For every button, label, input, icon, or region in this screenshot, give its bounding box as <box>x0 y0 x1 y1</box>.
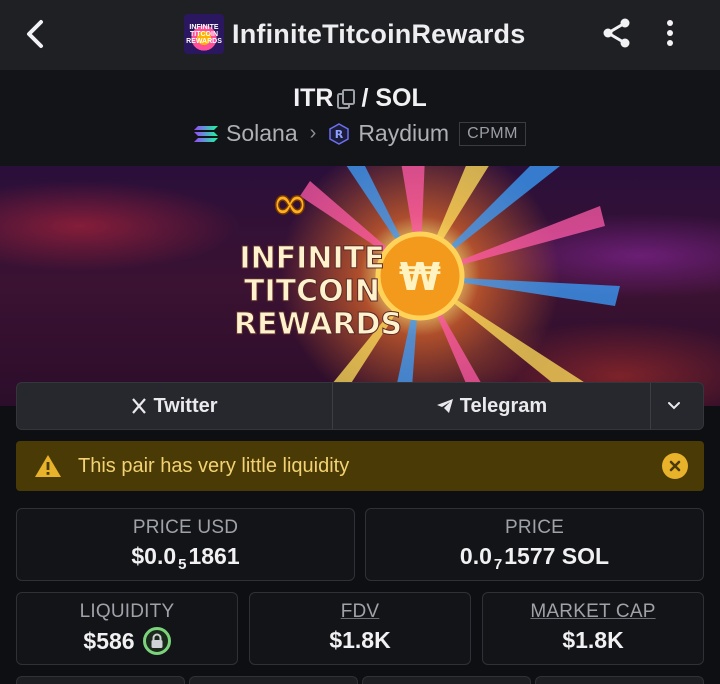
raydium-icon: R <box>328 122 350 145</box>
price-digits: 1577 SOL <box>504 543 610 569</box>
price-usd-card: PRICE USD $0.0 5 1861 <box>16 508 355 581</box>
market-cap-card[interactable]: MARKET CAP $1.8K <box>482 592 704 665</box>
stat-card-peek <box>16 676 185 684</box>
svg-text:₩: ₩ <box>399 255 441 299</box>
price-usd-zero-count: 5 <box>178 556 187 573</box>
warning-triangle-icon <box>34 454 62 478</box>
price-usd-prefix: $0.0 <box>131 543 177 569</box>
price-label: PRICE <box>504 517 565 538</box>
app-bar: INFINITE TITCOIN REWARDS InfiniteTitcoin… <box>0 0 720 70</box>
banner-art: ₩ ∞ INFINITE TITCOIN REWARDS <box>233 166 620 406</box>
liquidity-value-row: $586 <box>17 627 237 655</box>
banner-line-2: TITCOIN <box>244 274 380 309</box>
banner-line-3: REWARDS <box>234 307 402 342</box>
social-links-bar: Twitter Telegram <box>16 382 704 430</box>
fdv-label[interactable]: FDV <box>250 601 470 623</box>
liquidity-warning: This pair has very little liquidity <box>16 441 704 491</box>
price-native-value: 0.0 7 1577 SOL <box>366 543 703 573</box>
copy-icon[interactable] <box>337 88 356 109</box>
close-icon[interactable] <box>662 453 688 479</box>
more-vertical-icon[interactable] <box>656 16 684 50</box>
pair-header: ITR / SOL Solana › R Raydium CPMM <box>0 70 720 166</box>
fdv-value: $1.8K <box>329 627 391 653</box>
fdv-card[interactable]: FDV $1.8K <box>249 592 471 665</box>
pool-type-badge: CPMM <box>459 121 526 146</box>
liquidity-card: LIQUIDITY $586 <box>16 592 238 665</box>
back-arrow-icon[interactable] <box>18 17 52 51</box>
stat-card-peek <box>535 676 704 684</box>
share-icon[interactable] <box>600 16 634 50</box>
telegram-label: Telegram <box>459 394 548 417</box>
next-row-peek <box>16 676 704 684</box>
chevron-down-icon <box>668 402 680 410</box>
twitter-label: Twitter <box>153 394 218 417</box>
banner-line-1: INFINITE <box>239 241 384 276</box>
liquidity-value: $586 <box>83 627 135 654</box>
token-banner: ₩ ∞ INFINITE TITCOIN REWARDS <box>0 166 720 406</box>
base-symbol: ITR <box>293 84 334 112</box>
price-usd-digits: 1861 <box>188 543 240 569</box>
pair-name: ITR / SOL <box>0 84 720 113</box>
token-logo: INFINITE TITCOIN REWARDS <box>184 14 224 54</box>
dex-link[interactable]: Raydium <box>358 120 449 147</box>
svg-text:R: R <box>335 128 344 141</box>
stat-card-peek <box>362 676 531 684</box>
telegram-button[interactable]: Telegram <box>333 383 651 429</box>
chain-link[interactable]: Solana <box>226 120 298 147</box>
price-prefix: 0.0 <box>459 543 492 569</box>
token-title: INFINITE TITCOIN REWARDS InfiniteTitcoin… <box>184 13 525 55</box>
telegram-icon <box>436 399 453 413</box>
chain-dex-breadcrumb: Solana › R Raydium CPMM <box>0 120 720 147</box>
lock-icon[interactable] <box>142 627 171 655</box>
page-title: InfiniteTitcoinRewards <box>232 18 526 49</box>
svg-text:∞: ∞ <box>272 178 309 229</box>
twitter-button[interactable]: Twitter <box>17 383 333 429</box>
price-usd-label: PRICE USD <box>132 517 239 538</box>
stat-card-peek <box>189 676 358 684</box>
chevron-right-icon: › <box>309 122 317 144</box>
more-links-dropdown[interactable] <box>651 383 703 429</box>
price-zero-count: 7 <box>493 556 503 573</box>
warning-text: This pair has very little liquidity <box>78 454 350 477</box>
liquidity-label: LIQUIDITY <box>79 601 175 622</box>
quote-symbol: / SOL <box>361 84 427 112</box>
market-cap-label[interactable]: MARKET CAP <box>483 601 703 623</box>
price-usd-value: $0.0 5 1861 <box>17 543 354 573</box>
x-logo-icon <box>132 398 147 414</box>
market-cap-value: $1.8K <box>562 627 624 653</box>
price-native-card: PRICE 0.0 7 1577 SOL <box>365 508 704 581</box>
solana-icon <box>194 124 220 144</box>
